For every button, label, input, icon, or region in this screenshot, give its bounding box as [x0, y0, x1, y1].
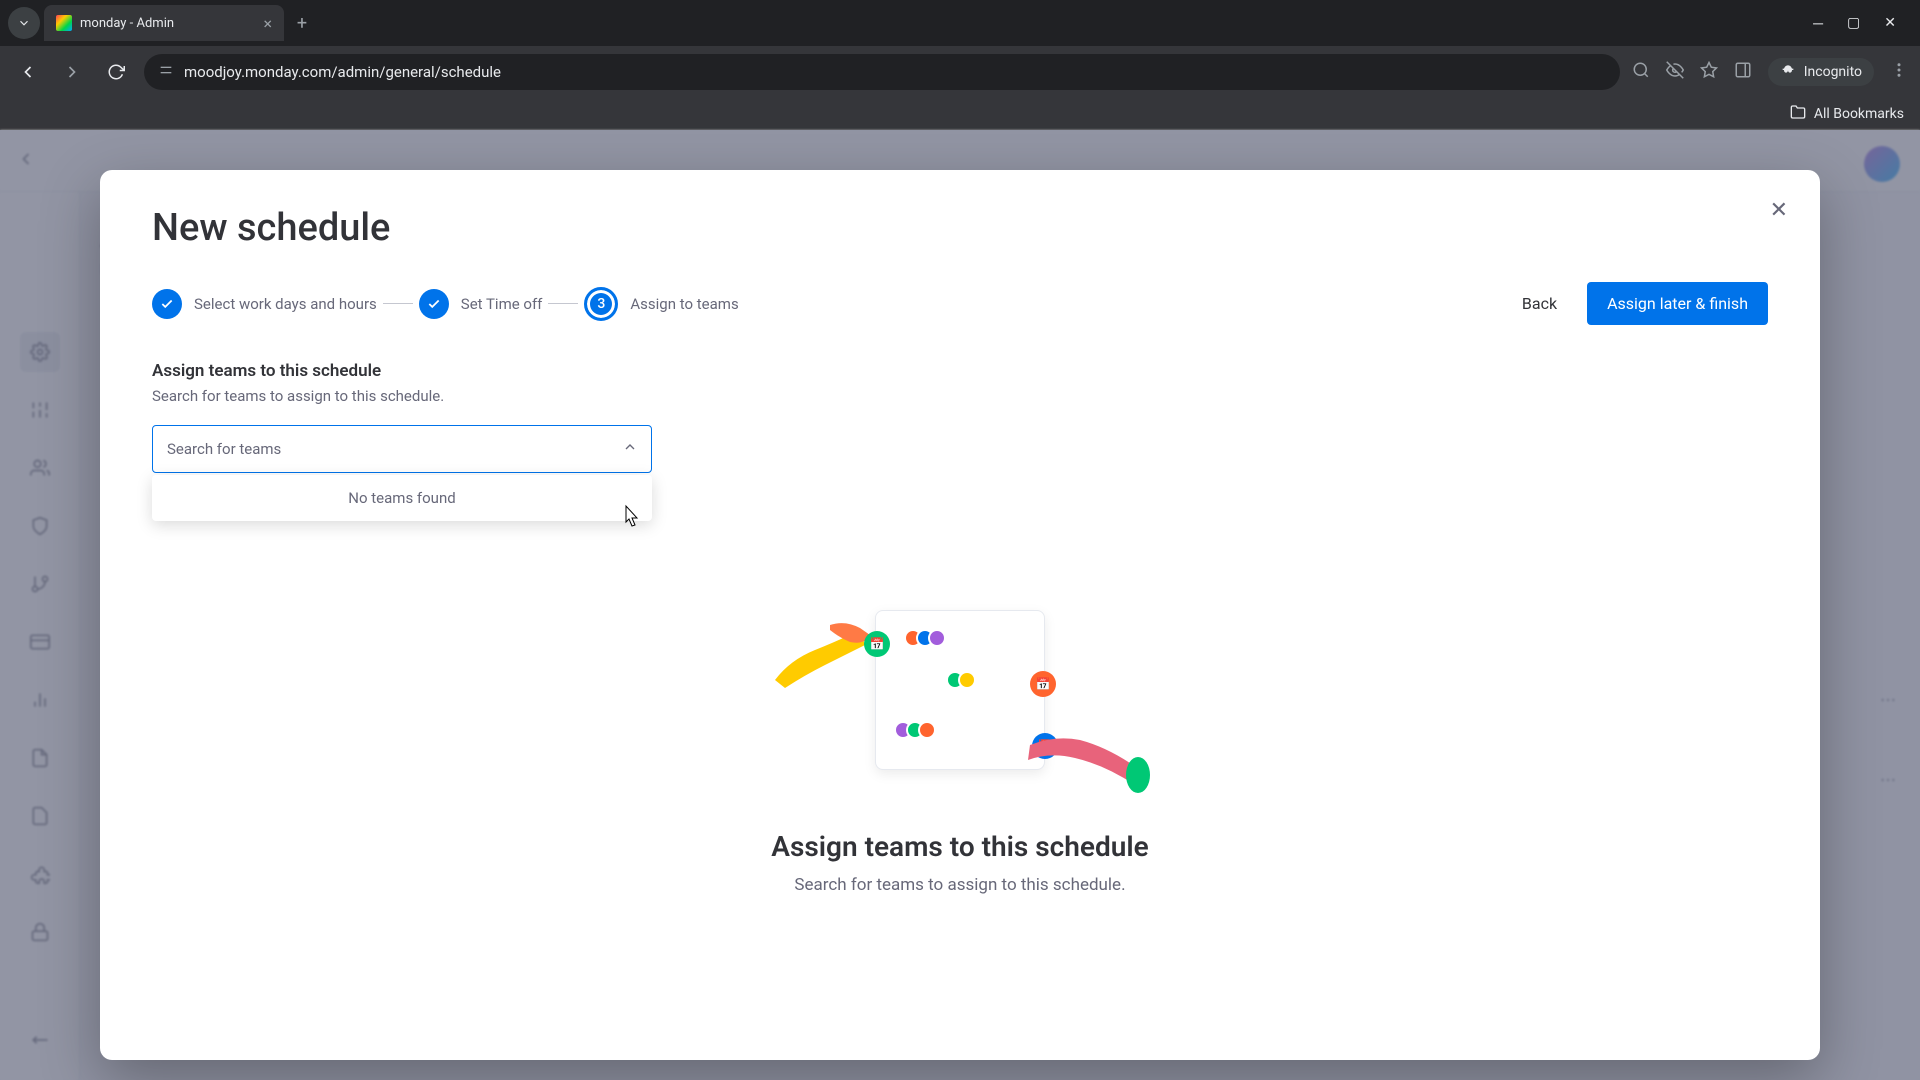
tab-bar: monday - Admin × + ─ ▢ ✕	[0, 0, 1920, 46]
step-3[interactable]: 3 Assign to teams	[584, 287, 738, 321]
tab-favicon	[56, 15, 72, 31]
new-tab-button[interactable]: +	[288, 9, 316, 37]
calendar-badge-icon: 📅	[864, 631, 890, 657]
page-area: Ad Learn ⋯ ⋯ ✕ New schedule Select work …	[0, 130, 1920, 1080]
check-icon	[152, 289, 182, 319]
modal-title: New schedule	[152, 206, 1768, 250]
close-window-button[interactable]: ✕	[1884, 15, 1896, 32]
forward-button[interactable]	[56, 56, 88, 88]
empty-state-illustration: 📅 📅	[770, 590, 1150, 810]
stepper-row: Select work days and hours Set Time off …	[152, 282, 1768, 325]
tab-search-button[interactable]	[8, 7, 40, 39]
check-icon	[419, 289, 449, 319]
minimize-button[interactable]: ─	[1813, 15, 1823, 32]
browser-menu-icon[interactable]	[1890, 61, 1908, 83]
stepper-actions: Back Assign later & finish	[1504, 282, 1768, 325]
section-subtitle: Search for teams to assign to this sched…	[152, 387, 1768, 405]
new-schedule-modal: ✕ New schedule Select work days and hour…	[100, 170, 1820, 1060]
tab-title: monday - Admin	[80, 16, 174, 31]
browser-toolbar: moodjoy.monday.com/admin/general/schedul…	[0, 46, 1920, 98]
maximize-button[interactable]: ▢	[1847, 15, 1860, 32]
step-1-label: Select work days and hours	[194, 295, 377, 313]
step-connector	[548, 303, 578, 304]
assign-later-finish-button[interactable]: Assign later & finish	[1587, 282, 1768, 325]
step-3-number: 3	[584, 287, 618, 321]
calendar-badge-icon: 📅	[1030, 671, 1056, 697]
address-bar[interactable]: moodjoy.monday.com/admin/general/schedul…	[144, 54, 1620, 90]
back-button[interactable]: Back	[1504, 284, 1575, 323]
step-connector	[383, 303, 413, 304]
panel-icon[interactable]	[1734, 61, 1752, 83]
section-title: Assign teams to this schedule	[152, 361, 1768, 381]
back-button[interactable]	[12, 56, 44, 88]
incognito-badge[interactable]: Incognito	[1768, 58, 1874, 86]
modal-close-button[interactable]: ✕	[1770, 198, 1788, 223]
browser-tab[interactable]: monday - Admin ×	[44, 5, 284, 41]
bookmarks-bar: All Bookmarks	[0, 98, 1920, 130]
team-search-input[interactable]	[152, 425, 652, 473]
step-2[interactable]: Set Time off	[419, 289, 543, 319]
tab-close-icon[interactable]: ×	[263, 14, 272, 33]
step-1[interactable]: Select work days and hours	[152, 289, 377, 319]
step-3-label: Assign to teams	[630, 295, 738, 313]
dropdown-empty-text: No teams found	[348, 489, 455, 507]
empty-state: 📅 📅	[770, 590, 1150, 895]
bookmarks-folder-icon[interactable]	[1790, 104, 1806, 124]
eye-off-icon[interactable]	[1666, 61, 1684, 83]
empty-state-title: Assign teams to this schedule	[770, 830, 1150, 863]
browser-chrome: monday - Admin × + ─ ▢ ✕ moodjoy.monday.…	[0, 0, 1920, 130]
modal-overlay: ✕ New schedule Select work days and hour…	[0, 130, 1920, 1080]
empty-state-subtitle: Search for teams to assign to this sched…	[770, 875, 1150, 895]
star-icon[interactable]	[1700, 61, 1718, 83]
step-2-label: Set Time off	[461, 295, 543, 313]
team-search-dropdown: No teams found	[152, 475, 652, 521]
team-search-combobox[interactable]: No teams found	[152, 425, 652, 473]
site-info-icon[interactable]	[158, 62, 174, 82]
window-controls: ─ ▢ ✕	[1813, 15, 1912, 32]
stepper: Select work days and hours Set Time off …	[152, 287, 739, 321]
search-icon[interactable]	[1632, 61, 1650, 83]
reload-button[interactable]	[100, 56, 132, 88]
all-bookmarks-button[interactable]: All Bookmarks	[1814, 106, 1904, 122]
url-text: moodjoy.monday.com/admin/general/schedul…	[184, 63, 501, 81]
